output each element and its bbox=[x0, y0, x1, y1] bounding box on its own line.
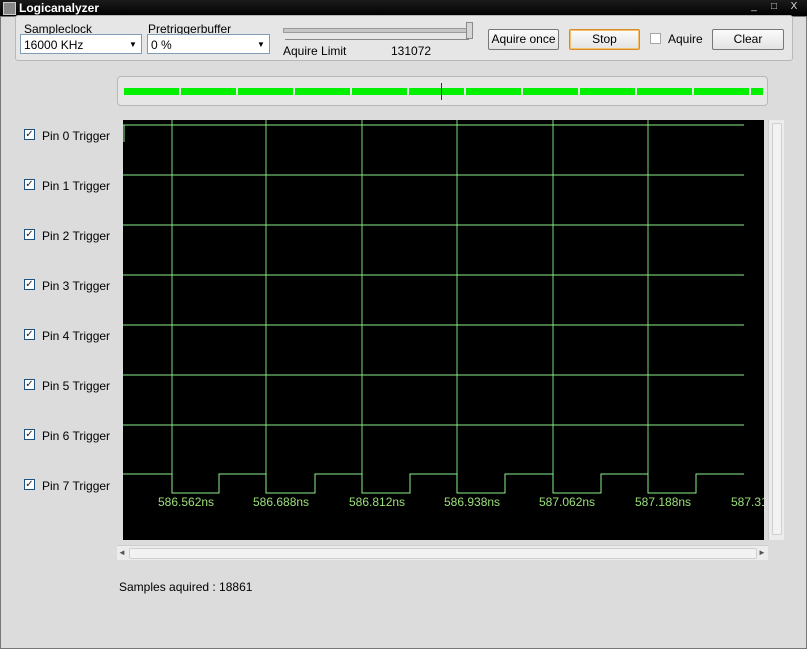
overview-segment bbox=[124, 88, 179, 95]
aquire-limit-label: Aquire Limit bbox=[283, 44, 347, 58]
chevron-down-icon[interactable]: ▼ bbox=[125, 35, 141, 53]
pin-2-trigger-checkbox[interactable]: ✓ bbox=[24, 229, 35, 240]
overview-position-marker bbox=[441, 83, 442, 100]
stop-button[interactable]: Stop bbox=[569, 29, 640, 50]
scroll-right-icon[interactable]: ► bbox=[757, 547, 767, 559]
time-label: 587.31 bbox=[731, 495, 764, 509]
pin-7-trigger-checkbox[interactable]: ✓ bbox=[24, 479, 35, 490]
minimize-button[interactable]: _ bbox=[747, 1, 761, 13]
title-bar: Logicanalyzer _ □ X bbox=[0, 0, 807, 16]
channel-7-signal bbox=[123, 473, 744, 494]
pin-7-trigger-row[interactable]: ✓ Pin 7 Trigger bbox=[24, 478, 114, 494]
overview-segment bbox=[751, 88, 763, 95]
pin-6-trigger-label: Pin 6 Trigger bbox=[42, 429, 111, 443]
pin-5-trigger-label: Pin 5 Trigger bbox=[42, 379, 111, 393]
pretrigger-select[interactable]: 0 % ▼ bbox=[147, 34, 270, 54]
sampleclock-select[interactable]: 16000 KHz ▼ bbox=[20, 34, 142, 54]
vertical-scrollbar[interactable] bbox=[768, 120, 784, 540]
pin-7-trigger-label: Pin 7 Trigger bbox=[42, 479, 111, 493]
clear-button[interactable]: Clear bbox=[712, 29, 784, 50]
close-button[interactable]: X bbox=[787, 1, 801, 13]
overview-segment bbox=[352, 88, 407, 95]
pin-4-trigger-label: Pin 4 Trigger bbox=[42, 329, 111, 343]
aquire-limit-value: 131072 bbox=[391, 44, 432, 58]
overview-segment bbox=[409, 88, 464, 95]
time-label: 586.812ns bbox=[349, 495, 405, 509]
sampleclock-value: 16000 KHz bbox=[24, 38, 84, 52]
aquire-limit-slider-track[interactable] bbox=[283, 28, 471, 33]
horizontal-scrollbar[interactable]: ◄ ► bbox=[117, 545, 768, 560]
overview-segment bbox=[466, 88, 521, 95]
pin-2-trigger-row[interactable]: ✓ Pin 2 Trigger bbox=[24, 228, 114, 244]
scroll-left-icon[interactable]: ◄ bbox=[117, 547, 127, 559]
chevron-down-icon[interactable]: ▼ bbox=[253, 35, 269, 53]
pin-1-trigger-row[interactable]: ✓ Pin 1 Trigger bbox=[24, 178, 114, 194]
aquire-once-button[interactable]: Aquire once bbox=[488, 29, 559, 50]
pin-6-trigger-checkbox[interactable]: ✓ bbox=[24, 429, 35, 440]
overview-segment bbox=[694, 88, 749, 95]
overview-segment bbox=[580, 88, 635, 95]
pin-3-trigger-checkbox[interactable]: ✓ bbox=[24, 279, 35, 290]
horizontal-scroll-thumb[interactable] bbox=[129, 548, 757, 559]
overview-segment bbox=[523, 88, 578, 95]
time-label: 587.062ns bbox=[539, 495, 595, 509]
aquire-limit-slider-thumb[interactable] bbox=[466, 22, 473, 39]
time-label: 586.938ns bbox=[444, 495, 500, 509]
aquire-checkbox[interactable] bbox=[650, 33, 661, 44]
pin-2-trigger-label: Pin 2 Trigger bbox=[42, 229, 111, 243]
time-label: 586.688ns bbox=[253, 495, 309, 509]
pin-0-trigger-checkbox[interactable]: ✓ bbox=[24, 129, 35, 140]
pin-1-trigger-checkbox[interactable]: ✓ bbox=[24, 179, 35, 190]
pin-0-trigger-label: Pin 0 Trigger bbox=[42, 129, 111, 143]
pin-3-trigger-label: Pin 3 Trigger bbox=[42, 279, 111, 293]
pin-6-trigger-row[interactable]: ✓ Pin 6 Trigger bbox=[24, 428, 114, 444]
logic-scope[interactable]: 586.562ns 586.688ns 586.812ns 586.938ns 587.… bbox=[123, 120, 768, 540]
samples-status: Samples aquired : 18861 bbox=[119, 580, 253, 594]
vertical-scroll-thumb[interactable] bbox=[772, 123, 782, 535]
capture-overview[interactable] bbox=[117, 76, 768, 106]
pin-5-trigger-checkbox[interactable]: ✓ bbox=[24, 379, 35, 390]
app-icon bbox=[3, 2, 16, 15]
time-label: 586.562ns bbox=[158, 495, 214, 509]
pretrigger-value: 0 % bbox=[151, 38, 172, 52]
pin-1-trigger-label: Pin 1 Trigger bbox=[42, 179, 111, 193]
pin-5-trigger-row[interactable]: ✓ Pin 5 Trigger bbox=[24, 378, 114, 394]
pin-4-trigger-row[interactable]: ✓ Pin 4 Trigger bbox=[24, 328, 114, 344]
overview-segment bbox=[181, 88, 236, 95]
window-title: Logicanalyzer bbox=[19, 1, 100, 15]
pin-3-trigger-row[interactable]: ✓ Pin 3 Trigger bbox=[24, 278, 114, 294]
aquire-checkbox-label: Aquire bbox=[668, 32, 703, 46]
overview-segment bbox=[637, 88, 692, 95]
overview-segment bbox=[238, 88, 293, 95]
maximize-button[interactable]: □ bbox=[767, 1, 781, 13]
pin-4-trigger-checkbox[interactable]: ✓ bbox=[24, 329, 35, 340]
time-label: 587.188ns bbox=[635, 495, 691, 509]
pin-0-trigger-row[interactable]: ✓ Pin 0 Trigger bbox=[24, 128, 114, 144]
overview-segment bbox=[295, 88, 350, 95]
overview-bar bbox=[124, 88, 763, 95]
scope-canvas: 586.562ns 586.688ns 586.812ns 586.938ns 587.… bbox=[123, 120, 768, 509]
